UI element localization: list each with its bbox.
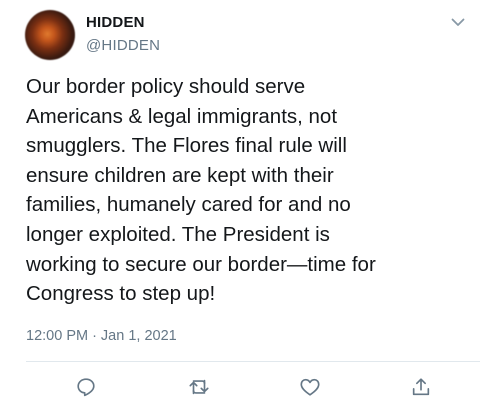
reply-icon[interactable] (73, 374, 99, 400)
tweet-timestamp[interactable]: 12:00 PM · Jan 1, 2021 (26, 328, 177, 344)
author-handle[interactable]: @HIDDEN (86, 37, 160, 54)
timestamp-separator: · (92, 328, 97, 344)
divider (26, 361, 480, 362)
tweet-text: Our border policy should serve Americans… (26, 75, 376, 306)
author-name[interactable]: HIDDEN (86, 14, 145, 31)
tweet-date: Jan 1, 2021 (100, 328, 177, 344)
tweet-time: 12:00 PM (26, 328, 89, 344)
like-icon[interactable] (297, 374, 323, 400)
share-icon[interactable] (408, 374, 434, 400)
tweet-card: HIDDEN @HIDDEN Our border policy should … (0, 0, 480, 412)
retweet-icon[interactable] (186, 374, 212, 400)
avatar[interactable] (25, 10, 75, 60)
chevron-down-icon[interactable] (448, 14, 468, 30)
action-bar (0, 374, 480, 400)
